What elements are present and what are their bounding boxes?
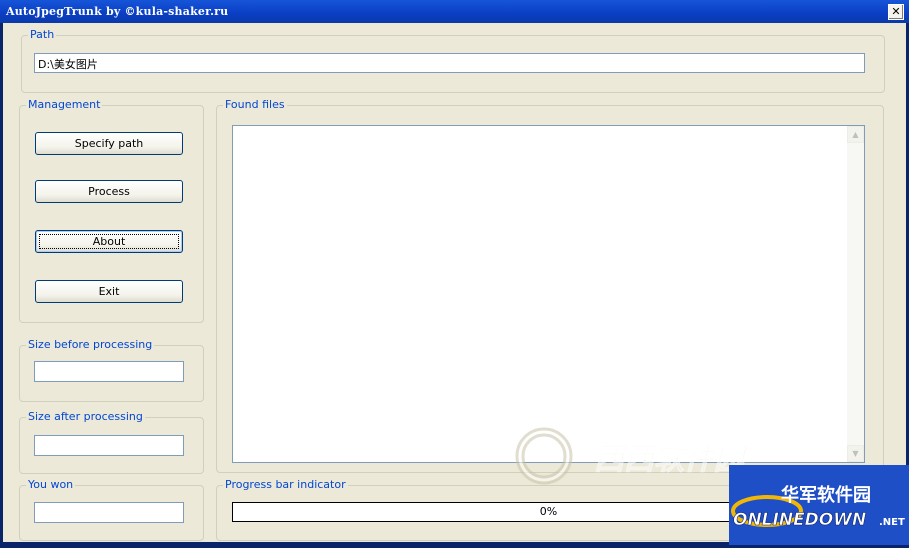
size-before-legend: Size before processing	[26, 338, 155, 351]
management-legend: Management	[26, 98, 103, 111]
onlinedown-watermark: 华军软件园 ONLINEDOWN .NET	[729, 465, 909, 545]
size-after-field[interactable]	[34, 435, 184, 456]
scroll-up-arrow-icon[interactable]: ▲	[847, 126, 864, 143]
size-after-group: Size after processing	[19, 410, 204, 474]
scroll-down-arrow-icon[interactable]: ▼	[847, 445, 864, 462]
process-button[interactable]: Process	[35, 180, 183, 203]
size-before-group: Size before processing	[19, 338, 204, 402]
path-legend: Path	[28, 28, 57, 41]
found-files-legend: Found files	[223, 98, 287, 111]
found-files-group: Found files ▲ ▼	[216, 98, 884, 473]
focus-indicator	[39, 234, 179, 249]
progress-text: 0%	[539, 505, 558, 518]
exit-button[interactable]: Exit	[35, 280, 183, 303]
about-button[interactable]: About	[35, 230, 183, 253]
onlinedown-suffix-text: .NET	[879, 517, 905, 528]
xixi-watermark-text: 西西软件园	[594, 442, 749, 477]
found-files-scrollbar[interactable]: ▲ ▼	[847, 126, 864, 462]
specify-path-button[interactable]: Specify path	[35, 132, 183, 155]
title-bar[interactable]: AutoJpegTrunk by ©kula-shaker.ru ✕	[0, 0, 909, 23]
onlinedown-cn-text: 华军软件园	[781, 484, 871, 506]
path-group: Path D:\美女图片	[21, 28, 885, 93]
onlinedown-logo: 华军软件园 ONLINEDOWN .NET	[729, 465, 909, 545]
app-window: AutoJpegTrunk by ©kula-shaker.ru ✕ Path …	[0, 0, 909, 545]
size-after-legend: Size after processing	[26, 410, 145, 423]
you-won-legend: You won	[26, 478, 76, 491]
you-won-group: You won	[19, 478, 204, 541]
window-title: AutoJpegTrunk by ©kula-shaker.ru	[6, 5, 229, 18]
close-icon[interactable]: ✕	[888, 4, 904, 20]
found-files-list[interactable]: ▲ ▼	[232, 125, 865, 463]
you-won-field[interactable]	[34, 502, 184, 523]
onlinedown-en-text: ONLINEDOWN	[733, 510, 866, 530]
progress-legend: Progress bar indicator	[223, 478, 348, 491]
size-before-field[interactable]	[34, 361, 184, 382]
path-input[interactable]: D:\美女图片	[34, 53, 865, 73]
management-group: Management Specify path Process About Ex…	[19, 98, 204, 323]
